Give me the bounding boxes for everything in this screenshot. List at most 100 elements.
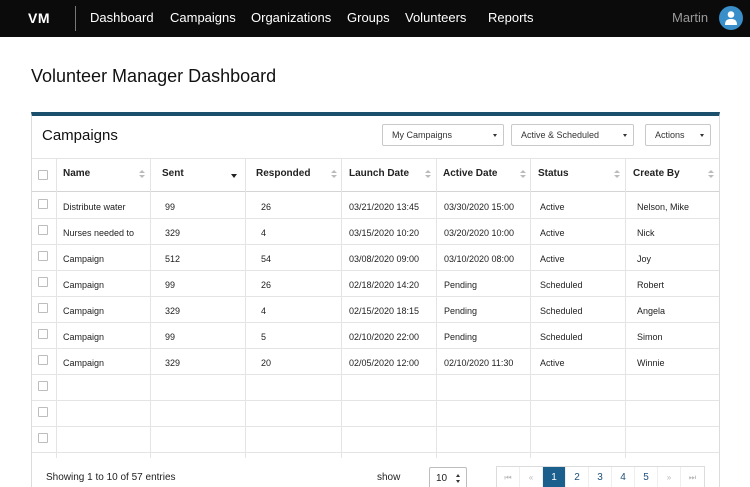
sort-icon[interactable] bbox=[425, 170, 431, 179]
table-cell[interactable]: Campaign bbox=[63, 280, 104, 290]
table-cell: 329 bbox=[165, 228, 181, 238]
nav-reports[interactable]: Reports bbox=[488, 10, 534, 25]
table-cell: 03/10/2020 08:00 bbox=[444, 254, 515, 264]
row-divider bbox=[32, 426, 719, 427]
page-button-3[interactable]: 3 bbox=[589, 467, 612, 487]
first-page-button[interactable]: ⏮ bbox=[497, 467, 520, 487]
column-header-status[interactable]: Status bbox=[538, 168, 569, 179]
campaign-filter-value: My Campaigns bbox=[392, 130, 453, 140]
row-checkbox[interactable] bbox=[38, 407, 48, 417]
table-cell[interactable]: Campaign bbox=[63, 306, 104, 316]
sort-icon[interactable] bbox=[614, 170, 620, 179]
column-divider bbox=[56, 158, 57, 458]
campaign-filter-select[interactable]: My Campaigns bbox=[382, 124, 504, 146]
row-divider bbox=[32, 400, 719, 401]
actions-label: Actions bbox=[655, 130, 685, 140]
actions-dropdown[interactable]: Actions bbox=[645, 124, 711, 146]
page-button-4[interactable]: 4 bbox=[612, 467, 635, 487]
row-checkbox[interactable] bbox=[38, 381, 48, 391]
sort-icon[interactable] bbox=[520, 170, 526, 179]
nav-volunteers[interactable]: Volunteers bbox=[405, 10, 466, 25]
table-cell: 03/15/2020 10:20 bbox=[349, 228, 420, 238]
chevron-down-icon bbox=[493, 134, 497, 137]
table-cell: Winnie bbox=[637, 358, 665, 368]
sort-icon[interactable] bbox=[708, 170, 714, 179]
stepper-up-icon[interactable] bbox=[456, 474, 460, 477]
table-cell: 03/20/2020 10:00 bbox=[444, 228, 515, 238]
table-cell: 03/08/2020 09:00 bbox=[349, 254, 420, 264]
column-header-active-date[interactable]: Active Date bbox=[443, 168, 497, 179]
pagination: ⏮ « 1 2 3 4 5 » ⏭ bbox=[496, 466, 705, 487]
column-header-create-by[interactable]: Create By bbox=[633, 168, 680, 179]
nav-campaigns[interactable]: Campaigns bbox=[170, 10, 236, 25]
table-cell: 4 bbox=[261, 228, 267, 238]
table-cell[interactable]: Campaign bbox=[63, 254, 104, 264]
table-cell[interactable]: Nurses needed to bbox=[63, 228, 134, 238]
table-cell: 02/05/2020 12:00 bbox=[349, 358, 420, 368]
user-name[interactable]: Martin bbox=[672, 10, 708, 25]
nav-groups[interactable]: Groups bbox=[347, 10, 390, 25]
column-header-sent[interactable]: Sent bbox=[162, 168, 184, 179]
table-cell: 26 bbox=[261, 280, 272, 290]
table-border-top bbox=[32, 158, 719, 159]
table-cell[interactable]: Campaign bbox=[63, 332, 104, 342]
select-all-checkbox[interactable] bbox=[38, 170, 48, 180]
row-checkbox[interactable] bbox=[38, 251, 48, 261]
table-cell: 54 bbox=[261, 254, 272, 264]
table-cell: Active bbox=[540, 202, 565, 212]
row-checkbox[interactable] bbox=[38, 199, 48, 209]
row-divider bbox=[32, 452, 719, 453]
sort-icon[interactable] bbox=[331, 170, 337, 179]
row-checkbox[interactable] bbox=[38, 277, 48, 287]
column-divider bbox=[436, 158, 437, 458]
status-filter-select[interactable]: Active & Scheduled bbox=[511, 124, 634, 146]
column-header-responded[interactable]: Responded bbox=[256, 168, 310, 179]
table-cell: 03/21/2020 13:45 bbox=[349, 202, 420, 212]
table-cell: 26 bbox=[261, 202, 272, 212]
row-checkbox[interactable] bbox=[38, 433, 48, 443]
prev-page-button[interactable]: « bbox=[520, 467, 543, 487]
app-logo[interactable]: VM bbox=[28, 10, 50, 26]
table-cell: Simon bbox=[637, 332, 663, 342]
table-cell: 99 bbox=[165, 280, 176, 290]
stepper-down-icon[interactable] bbox=[456, 480, 460, 483]
sort-descending-icon[interactable] bbox=[231, 174, 237, 178]
row-divider bbox=[32, 374, 719, 375]
page-button-1[interactable]: 1 bbox=[543, 467, 566, 487]
page-button-5[interactable]: 5 bbox=[635, 467, 658, 487]
table-cell: Pending bbox=[444, 332, 478, 342]
page-button-2[interactable]: 2 bbox=[566, 467, 589, 487]
row-divider bbox=[32, 270, 719, 271]
sort-icon[interactable] bbox=[139, 170, 145, 179]
table-cell: 02/10/2020 11:30 bbox=[444, 358, 514, 368]
row-checkbox[interactable] bbox=[38, 329, 48, 339]
column-header-launch-date[interactable]: Launch Date bbox=[349, 168, 409, 179]
table-cell[interactable]: Campaign bbox=[63, 358, 104, 368]
panel-title: Campaigns bbox=[42, 127, 118, 144]
column-divider bbox=[150, 158, 151, 458]
next-page-button[interactable]: » bbox=[658, 467, 681, 487]
page-size-stepper[interactable]: 10 bbox=[429, 467, 467, 487]
nav-divider bbox=[75, 6, 76, 31]
table-cell: Pending bbox=[444, 280, 478, 290]
top-nav-bar: VM Dashboard Campaigns Organizations Gro… bbox=[0, 0, 750, 37]
table-cell: 02/15/2020 18:15 bbox=[349, 306, 420, 316]
page-title: Volunteer Manager Dashboard bbox=[31, 66, 277, 86]
table-cell: Active bbox=[540, 254, 565, 264]
nav-organizations[interactable]: Organizations bbox=[251, 10, 331, 25]
column-header-name[interactable]: Name bbox=[63, 168, 90, 179]
table-cell[interactable]: Distribute water bbox=[63, 202, 126, 212]
row-checkbox[interactable] bbox=[38, 303, 48, 313]
row-divider bbox=[32, 218, 719, 219]
page-size-label: show bbox=[377, 472, 401, 483]
last-page-button[interactable]: ⏭ bbox=[681, 467, 704, 487]
user-avatar-icon[interactable] bbox=[719, 6, 743, 30]
nav-dashboard[interactable]: Dashboard bbox=[90, 10, 154, 25]
row-divider bbox=[32, 348, 719, 349]
column-divider bbox=[625, 158, 626, 458]
table-cell: 02/18/2020 14:20 bbox=[349, 280, 420, 290]
row-checkbox[interactable] bbox=[38, 355, 48, 365]
row-checkbox[interactable] bbox=[38, 225, 48, 235]
column-divider bbox=[245, 158, 246, 458]
table-cell: 99 bbox=[165, 202, 176, 212]
